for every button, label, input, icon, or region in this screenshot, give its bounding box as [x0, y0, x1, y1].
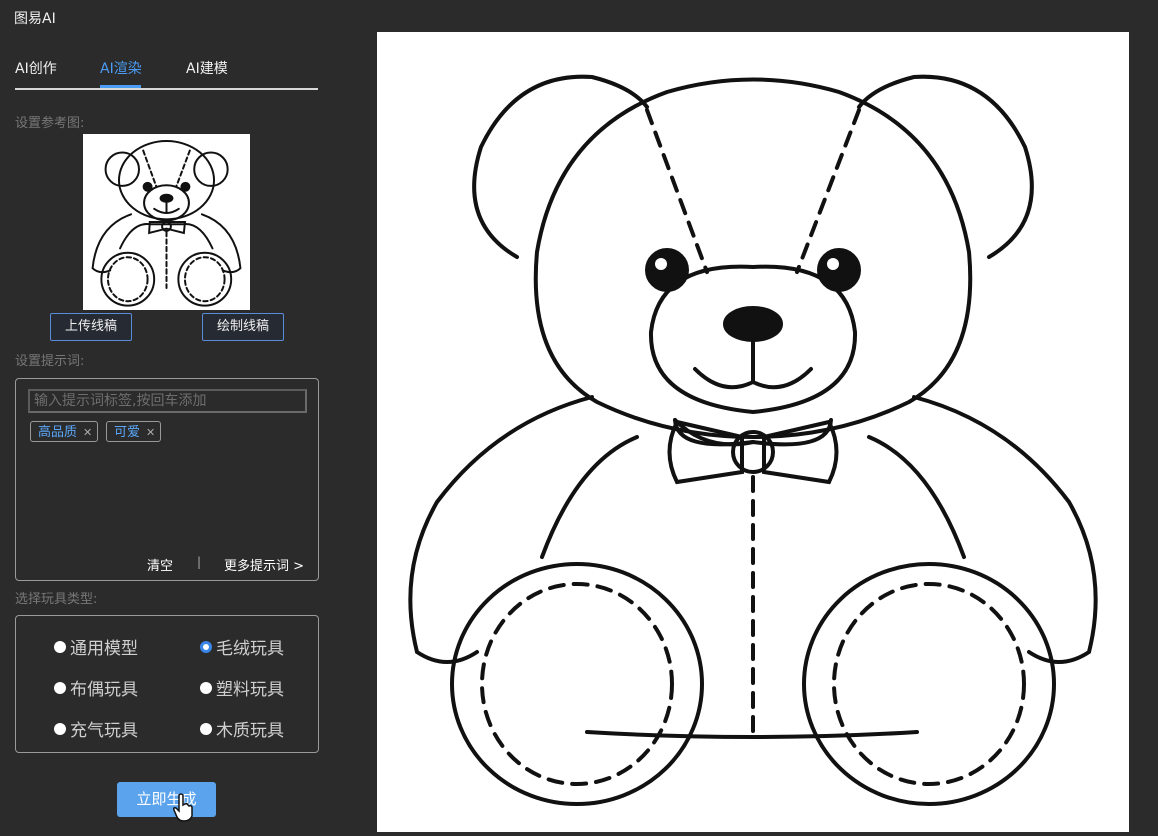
generate-button[interactable]: 立即生成: [117, 782, 216, 817]
tab-ai-create[interactable]: AI创作: [15, 58, 57, 78]
radio-button[interactable]: [200, 722, 212, 735]
radio-button[interactable]: [54, 681, 66, 694]
app-title: 图易AI: [14, 11, 56, 27]
more-prompts-button[interactable]: 更多提示词 >: [224, 555, 304, 574]
radio-label: 毛绒玩具: [216, 639, 284, 659]
prompt-tag-label: 可爱: [114, 425, 141, 440]
active-tab-indicator: [100, 85, 141, 88]
radio-label: 充气玩具: [70, 721, 138, 741]
tab-ai-model[interactable]: AI建模: [186, 58, 228, 78]
prompt-tag-input[interactable]: [28, 389, 307, 413]
radio-label: 木质玩具: [216, 721, 284, 741]
radio-fabric-doll[interactable]: 布偶玩具: [54, 675, 138, 700]
radio-label: 塑料玩具: [216, 680, 284, 700]
prompt-tag[interactable]: 可爱 ✕: [106, 421, 162, 442]
prompt-panel: 高品质 ✕ 可爱 ✕ 清空 | 更多提示词 >: [15, 378, 319, 581]
radio-inflatable-toy[interactable]: 充气玩具: [54, 716, 138, 741]
draw-sketch-button[interactable]: 绘制线稿: [202, 313, 284, 341]
radio-label: 布偶玩具: [70, 680, 138, 700]
radio-plastic-toy[interactable]: 塑料玩具: [200, 675, 284, 700]
prompt-label: 设置提示词:: [15, 354, 85, 369]
reference-image-thumbnail: [83, 134, 250, 310]
hand-cursor-icon: [173, 793, 193, 822]
preview-canvas: [377, 32, 1129, 832]
teddy-bear-sketch: [408, 74, 1098, 806]
radio-button[interactable]: [54, 722, 66, 735]
radio-plush-toy[interactable]: 毛绒玩具: [200, 634, 284, 659]
clear-prompts-button[interactable]: 清空: [147, 555, 173, 574]
upload-sketch-button[interactable]: 上传线稿: [50, 313, 132, 341]
remove-tag-icon[interactable]: ✕: [146, 426, 155, 439]
radio-general-model[interactable]: 通用模型: [54, 634, 138, 659]
toy-type-panel: 通用模型 毛绒玩具 布偶玩具 塑料玩具 充气玩具 木质玩具: [15, 615, 319, 753]
reference-label: 设置参考图:: [15, 116, 85, 131]
divider: |: [197, 555, 202, 569]
tab-ai-render[interactable]: AI渲染: [100, 58, 142, 78]
prompt-tag-label: 高品质: [38, 425, 78, 440]
radio-wooden-toy[interactable]: 木质玩具: [200, 716, 284, 741]
radio-label: 通用模型: [70, 639, 138, 659]
radio-button[interactable]: [200, 681, 212, 694]
radio-button[interactable]: [54, 640, 66, 653]
radio-button-selected[interactable]: [200, 640, 212, 653]
mode-tabs: AI创作 AI渲染 AI建模: [15, 56, 318, 90]
toy-type-label: 选择玩具类型:: [15, 592, 98, 607]
prompt-tag[interactable]: 高品质 ✕: [30, 421, 99, 442]
remove-tag-icon[interactable]: ✕: [83, 426, 92, 439]
